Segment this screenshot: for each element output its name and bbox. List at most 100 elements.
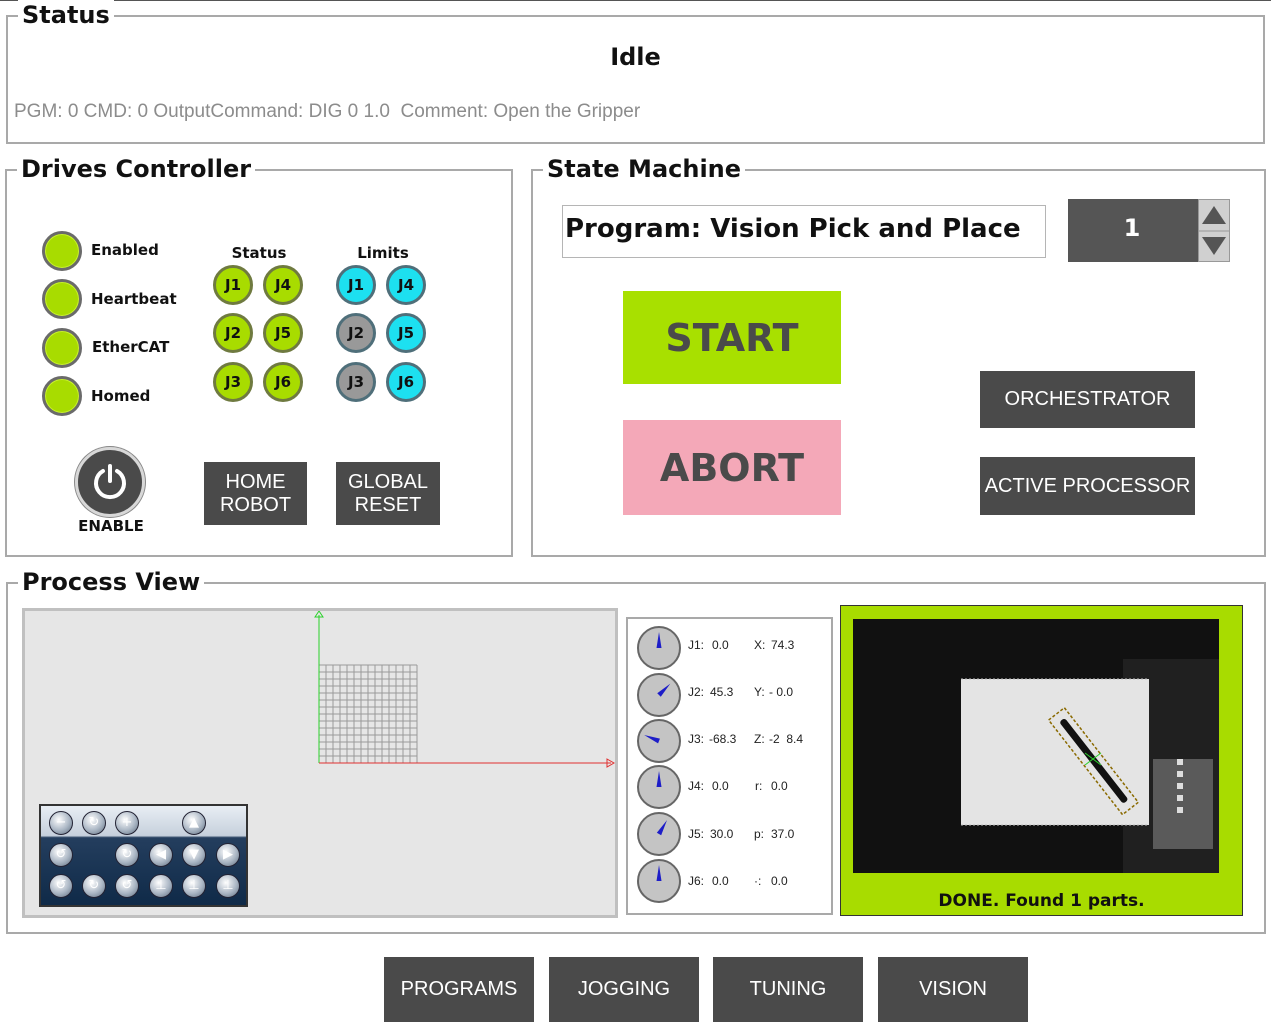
camera-image bbox=[853, 619, 1219, 873]
limit-led-j1: J1 bbox=[336, 265, 376, 305]
work-surface bbox=[961, 679, 1149, 825]
start-button[interactable]: START bbox=[623, 291, 841, 384]
status-detail: PGM: 0 CMD: 0 OutputCommand: DIG 0 1.0 C… bbox=[14, 101, 641, 122]
status-led-j2: J2 bbox=[213, 313, 253, 353]
status-column-header: Status bbox=[231, 244, 287, 262]
status-led-j4: J4 bbox=[263, 265, 303, 305]
rotate-right-icon[interactable]: ↻ bbox=[115, 843, 139, 867]
joint-label-j3: J3: bbox=[688, 732, 705, 746]
axis-label-w: ·: bbox=[754, 874, 762, 888]
axis-value-z: -2 8.4 bbox=[769, 732, 804, 746]
axis-label-x: X: bbox=[754, 638, 766, 652]
limit-led-j3: J3 bbox=[336, 362, 376, 402]
axis-label-p: p: bbox=[754, 827, 765, 841]
process-view-group-title: Process View bbox=[18, 567, 205, 597]
joint-dial-j2 bbox=[637, 673, 681, 717]
joint-label-j6: J6: bbox=[688, 874, 705, 888]
pan-left-icon[interactable]: ◀ bbox=[149, 843, 173, 867]
top-border bbox=[0, 0, 1271, 1]
homed-indicator bbox=[42, 376, 82, 416]
drives-group-title: Drives Controller bbox=[17, 154, 256, 184]
joint-needle-j3 bbox=[644, 735, 660, 744]
axis-label-z: Z: bbox=[754, 732, 765, 746]
limit-led-j5: J5 bbox=[386, 313, 426, 353]
status-led-j3: J3 bbox=[213, 362, 253, 402]
status-led-j6: J6 bbox=[263, 362, 303, 402]
tab-programs[interactable]: PROGRAMS bbox=[384, 957, 534, 1022]
orbit-icon[interactable]: ↺ bbox=[49, 874, 73, 898]
active-processor-button[interactable]: ACTIVE PROCESSOR bbox=[980, 457, 1195, 515]
program-number-spinner[interactable]: 1 bbox=[1068, 199, 1230, 262]
joint-needle-j2 bbox=[657, 683, 671, 697]
rotate-view-icon[interactable]: ↻ bbox=[82, 811, 106, 835]
joint-dial-j1 bbox=[637, 626, 681, 670]
state-machine-group: State Machine Program: Vision Pick and P… bbox=[531, 154, 1266, 557]
axis-value-p: 37.0 bbox=[771, 827, 795, 841]
rotate-left-icon[interactable]: ↺ bbox=[49, 843, 73, 867]
reset-rotation-icon[interactable]: ↺ bbox=[115, 874, 139, 898]
ethercat-label: EtherCAT bbox=[92, 338, 170, 356]
spinner-arrows bbox=[1198, 199, 1230, 262]
joint-label-j1: J1: bbox=[688, 638, 705, 652]
vision-status-message: DONE. Found 1 parts. bbox=[938, 891, 1145, 911]
view-xy-icon[interactable]: ⊥ bbox=[149, 874, 173, 898]
navigation-control-panel: − ↻ + ▲ ↺ ↻ ◀ ▼ ▶ ↺ ↻ ↺ ⊥ ⊥ ⊥ bbox=[39, 804, 248, 907]
heartbeat-indicator bbox=[42, 279, 82, 319]
enabled-indicator bbox=[42, 231, 82, 271]
global-reset-label-line1: GLOBAL bbox=[347, 470, 429, 493]
joint-needle-j4 bbox=[656, 771, 662, 787]
tab-vision[interactable]: VISION bbox=[878, 957, 1028, 1022]
joint-label-j2: J2: bbox=[688, 685, 705, 699]
joint-value-j2: 45.3 bbox=[710, 685, 734, 699]
pan-right-icon[interactable]: ▶ bbox=[216, 843, 240, 867]
tab-tuning[interactable]: TUNING bbox=[713, 957, 863, 1022]
status-group-title: Status bbox=[18, 0, 114, 30]
enable-power-button[interactable] bbox=[75, 447, 145, 517]
home-robot-button[interactable]: HOME ROBOT bbox=[204, 462, 307, 525]
axis-value-r: 0.0 bbox=[771, 779, 788, 793]
joint-readout-panel: J1: 0.0 X: 74.3 J2: 45.3 Y: - 0.0 J3: -6… bbox=[626, 617, 833, 915]
axis-value-x: 74.3 bbox=[771, 638, 795, 652]
joint-value-j6: 0.0 bbox=[712, 874, 729, 888]
joint-label-j5: J5: bbox=[688, 827, 705, 841]
grid-plane bbox=[319, 664, 418, 763]
tilt-icon[interactable]: ↻ bbox=[82, 874, 106, 898]
home-robot-label-line1: HOME bbox=[225, 470, 286, 493]
joint-value-j1: 0.0 bbox=[712, 638, 729, 652]
enable-label: ENABLE bbox=[78, 517, 144, 535]
axis-label-r: r: bbox=[755, 779, 763, 793]
camera-scene bbox=[853, 619, 1219, 873]
limit-led-j6: J6 bbox=[386, 362, 426, 402]
chevron-down-icon[interactable] bbox=[1202, 237, 1226, 255]
joint-value-j3: -68.3 bbox=[709, 732, 737, 746]
orchestrator-button[interactable]: ORCHESTRATOR bbox=[980, 371, 1195, 428]
zoom-out-icon[interactable]: − bbox=[49, 811, 73, 835]
zoom-in-icon[interactable]: + bbox=[115, 811, 139, 835]
process-view-group: Process View − ↻ + ▲ ↺ ↻ ◀ ▼ ▶ ↺ ↻ ↺ ⊥ ⊥… bbox=[6, 567, 1266, 934]
limit-led-j2: J2 bbox=[336, 313, 376, 353]
joint-label-j4: J4: bbox=[688, 779, 705, 793]
chevron-up-icon[interactable] bbox=[1202, 206, 1226, 224]
homed-label: Homed bbox=[91, 387, 151, 405]
global-reset-label-line2: RESET bbox=[354, 493, 422, 516]
axis-value-w: 0.0 bbox=[771, 874, 788, 888]
program-name-field[interactable]: Program: Vision Pick and Place bbox=[562, 205, 1046, 258]
axis-label-y: Y: bbox=[754, 685, 765, 699]
program-number-value: 1 bbox=[1123, 214, 1141, 242]
joint-value-j5: 30.0 bbox=[710, 827, 734, 841]
global-reset-button[interactable]: GLOBAL RESET bbox=[336, 462, 440, 525]
status-state: Idle bbox=[610, 43, 661, 71]
limits-column-header: Limits bbox=[357, 244, 409, 262]
move-up-icon[interactable]: ▲ bbox=[182, 811, 206, 835]
joint-dial-j6 bbox=[637, 859, 681, 903]
limit-led-j4: J4 bbox=[386, 265, 426, 305]
3d-viewport[interactable]: − ↻ + ▲ ↺ ↻ ◀ ▼ ▶ ↺ ↻ ↺ ⊥ ⊥ ⊥ bbox=[22, 608, 618, 918]
view-zx-icon[interactable]: ⊥ bbox=[182, 874, 206, 898]
view-yz-icon[interactable]: ⊥ bbox=[216, 874, 240, 898]
abort-button[interactable]: ABORT bbox=[623, 420, 841, 515]
tab-jogging[interactable]: JOGGING bbox=[549, 957, 699, 1022]
axis-value-y: - 0.0 bbox=[769, 685, 794, 699]
joint-dial-j5 bbox=[637, 812, 681, 856]
pan-down-icon[interactable]: ▼ bbox=[182, 843, 206, 867]
status-led-j1: J1 bbox=[213, 265, 253, 305]
